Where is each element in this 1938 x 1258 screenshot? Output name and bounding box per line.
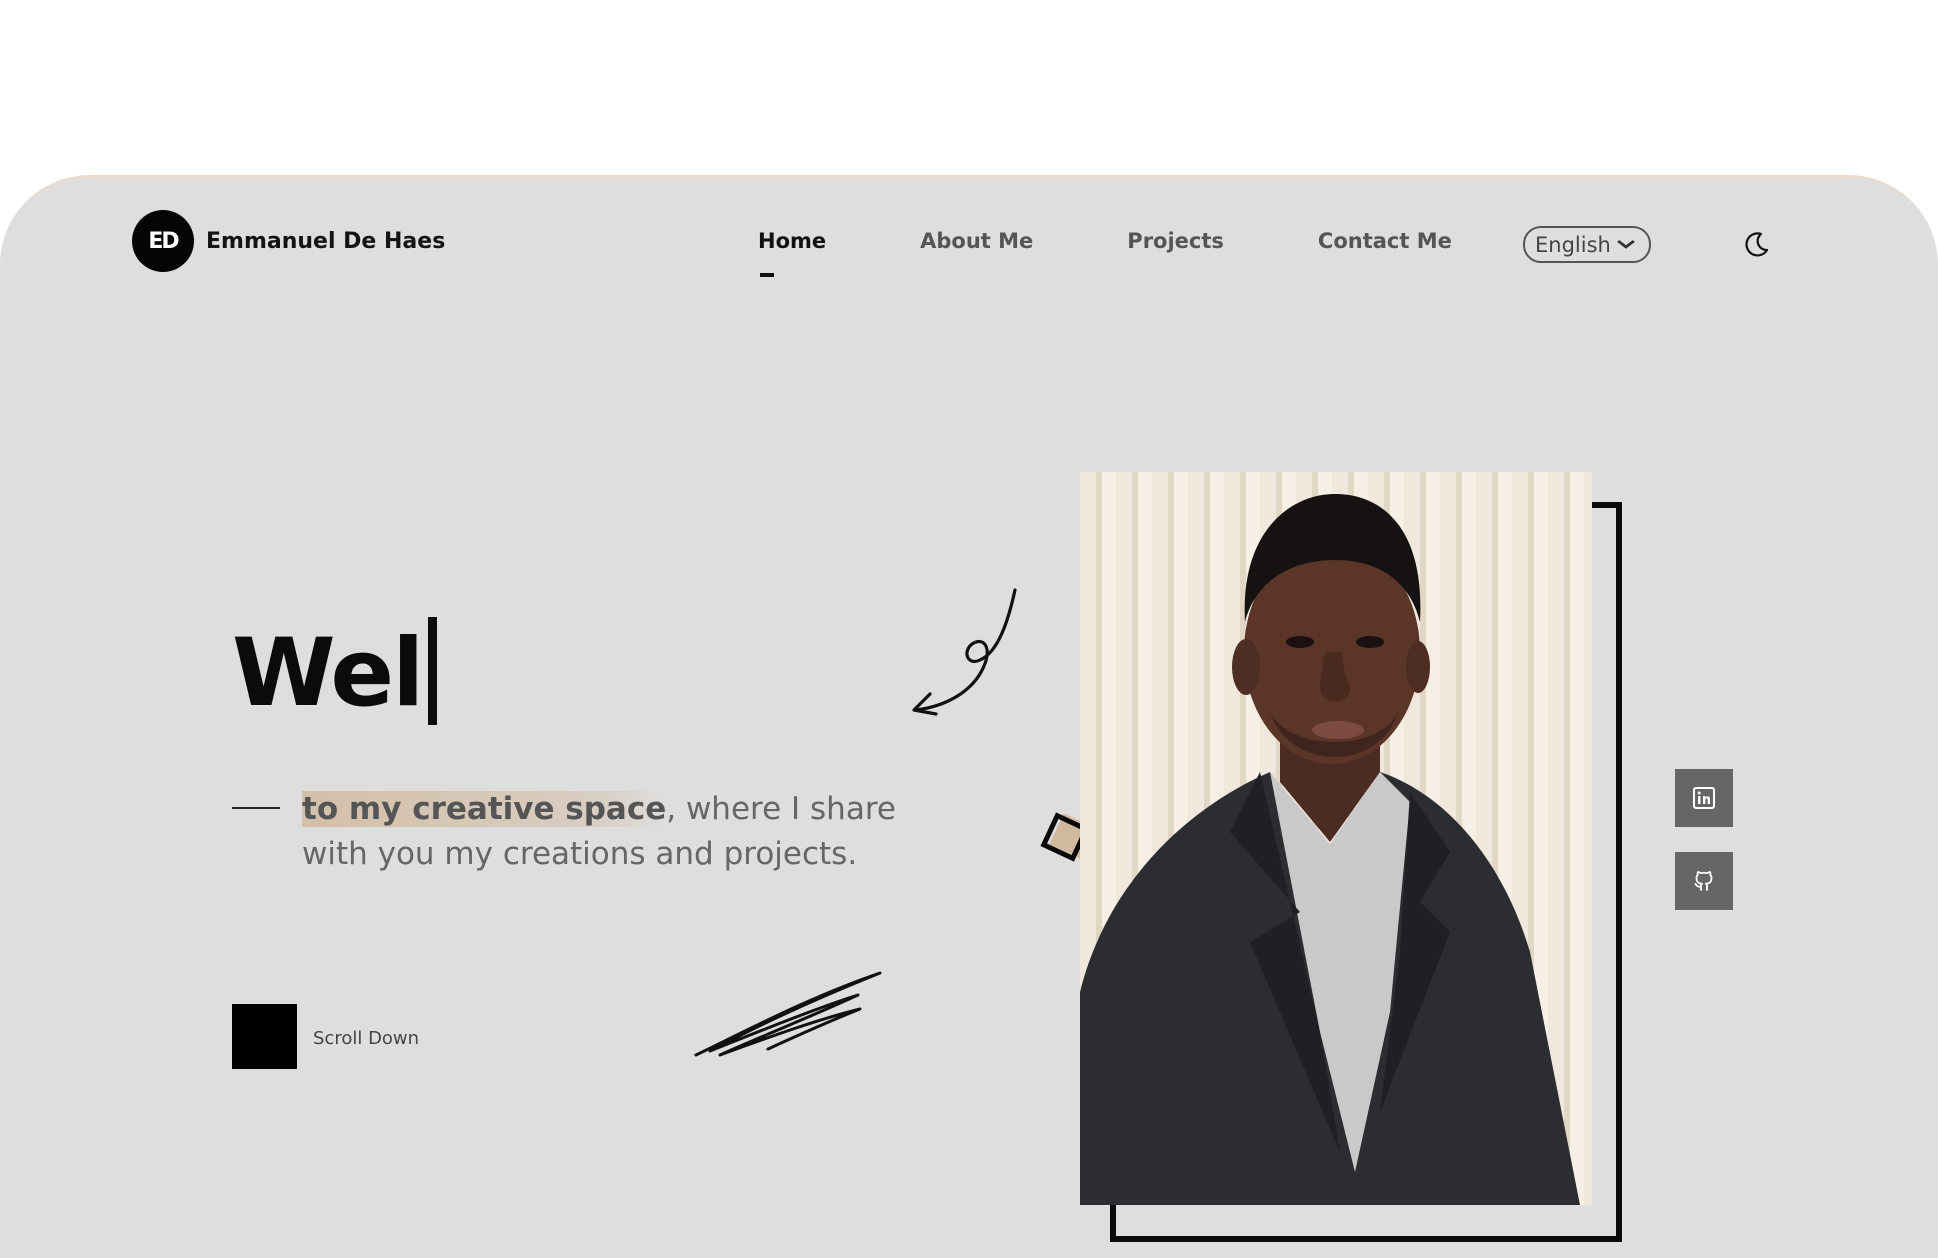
main-nav: Home About Me Projects Contact Me bbox=[758, 229, 1546, 277]
person-portrait-image bbox=[1080, 494, 1580, 1205]
language-value: English bbox=[1535, 232, 1611, 257]
logo-mark: ED bbox=[132, 210, 194, 272]
github-button[interactable] bbox=[1675, 852, 1733, 910]
linkedin-button[interactable] bbox=[1675, 769, 1733, 827]
typing-caret bbox=[428, 617, 438, 725]
hero-title-text: Wel bbox=[232, 619, 424, 728]
nav-home[interactable]: Home bbox=[758, 229, 826, 277]
language-select[interactable]: English bbox=[1523, 226, 1651, 263]
hero-title: Wel bbox=[232, 617, 438, 728]
nav-about-me[interactable]: About Me bbox=[920, 229, 1033, 253]
nav-projects[interactable]: Projects bbox=[1127, 229, 1224, 253]
tagline-highlight: to my creative space bbox=[302, 791, 667, 827]
brand-logo[interactable]: ED Emmanuel De Haes bbox=[132, 210, 445, 272]
moon-icon[interactable] bbox=[1742, 229, 1772, 259]
scroll-down-button[interactable] bbox=[232, 1004, 297, 1069]
tagline-dash bbox=[232, 807, 280, 809]
github-icon bbox=[1694, 871, 1713, 891]
linkedin-icon bbox=[1693, 787, 1715, 809]
scribble-icon bbox=[694, 971, 882, 1057]
profile-photo bbox=[1080, 472, 1592, 1205]
scroll-down-label: Scroll Down bbox=[313, 1028, 420, 1049]
brand-name: Emmanuel De Haes bbox=[206, 228, 446, 254]
chevron-down-icon bbox=[1616, 237, 1635, 253]
hero-card: ED Emmanuel De Haes Home About Me Projec… bbox=[0, 175, 1938, 1258]
nav-contact-me[interactable]: Contact Me bbox=[1318, 229, 1452, 253]
curly-arrow-icon bbox=[912, 588, 1017, 716]
hero-tagline: to my creative space, where I share with… bbox=[302, 787, 902, 877]
